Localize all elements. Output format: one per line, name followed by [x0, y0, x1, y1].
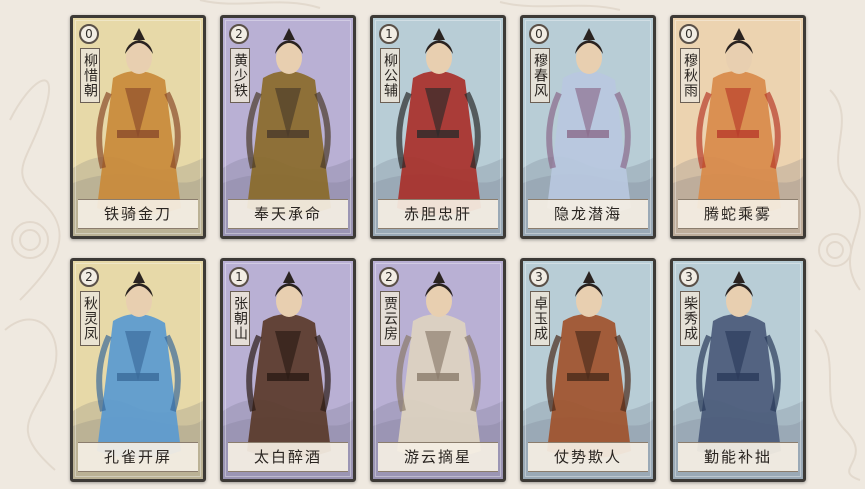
character-name: 张朝山	[230, 291, 250, 346]
character-name: 柳公辅	[380, 48, 400, 103]
skill-name: 奉天承命	[228, 199, 348, 229]
cost-badge: 3	[529, 267, 549, 287]
skill-name: 勤能补拙	[678, 442, 798, 472]
character-name: 贾云房	[380, 291, 400, 346]
card-grid: 0 柳惜朝铁骑金刀 2 黄少铁奉天承命 1 柳公辅赤胆忠肝 0 穆春风隐龙潜海 0 穆秋雨腾蛇乘雾…	[70, 15, 806, 485]
character-card[interactable]: 1 张朝山太白醉酒	[220, 258, 356, 482]
cost-badge: 3	[679, 267, 699, 287]
character-name: 穆春风	[530, 48, 550, 103]
character-name: 穆秋雨	[680, 48, 700, 103]
cost-badge: 1	[379, 24, 399, 44]
character-card[interactable]: 2 黄少铁奉天承命	[220, 15, 356, 239]
character-name: 柳惜朝	[80, 48, 100, 103]
skill-name: 铁骑金刀	[78, 199, 198, 229]
cost-badge: 0	[679, 24, 699, 44]
skill-name: 孔雀开屏	[78, 442, 198, 472]
skill-name: 隐龙潜海	[528, 199, 648, 229]
skill-name: 腾蛇乘雾	[678, 199, 798, 229]
character-card[interactable]: 2 秋灵凤孔雀开屏	[70, 258, 206, 482]
cost-badge: 0	[79, 24, 99, 44]
skill-name: 太白醉酒	[228, 442, 348, 472]
cost-badge: 1	[229, 267, 249, 287]
character-card[interactable]: 3 卓玉成仗势欺人	[520, 258, 656, 482]
character-name: 秋灵凤	[80, 291, 100, 346]
character-card[interactable]: 0 穆秋雨腾蛇乘雾	[670, 15, 806, 239]
cost-badge: 2	[379, 267, 399, 287]
character-card[interactable]: 0 穆春风隐龙潜海	[520, 15, 656, 239]
cost-badge: 2	[79, 267, 99, 287]
character-card[interactable]: 1 柳公辅赤胆忠肝	[370, 15, 506, 239]
cost-badge: 2	[229, 24, 249, 44]
skill-name: 游云摘星	[378, 442, 498, 472]
skill-name: 赤胆忠肝	[378, 199, 498, 229]
cost-badge: 0	[529, 24, 549, 44]
character-card[interactable]: 3 柴秀成勤能补拙	[670, 258, 806, 482]
character-card[interactable]: 0 柳惜朝铁骑金刀	[70, 15, 206, 239]
character-name: 柴秀成	[680, 291, 700, 346]
skill-name: 仗势欺人	[528, 442, 648, 472]
character-card[interactable]: 2 贾云房游云摘星	[370, 258, 506, 482]
character-name: 黄少铁	[230, 48, 250, 103]
character-name: 卓玉成	[530, 291, 550, 346]
